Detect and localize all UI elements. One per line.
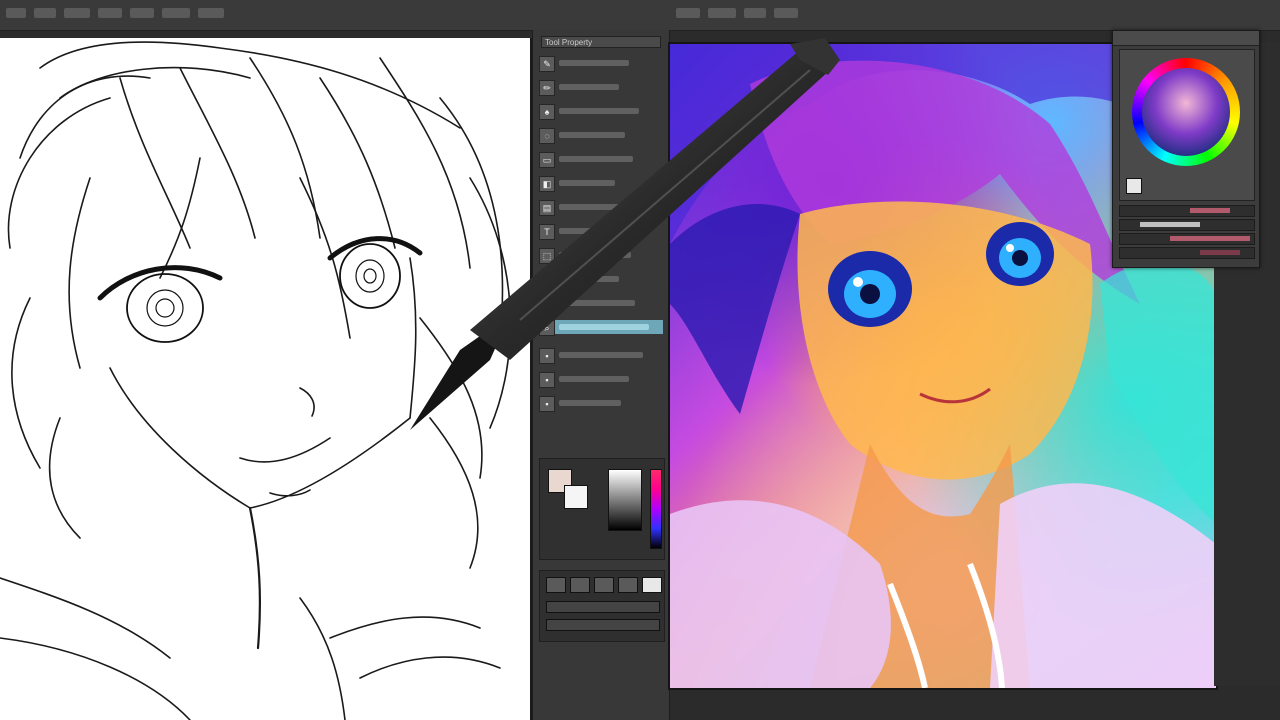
menu-tab-layers[interactable] xyxy=(744,8,766,18)
rotate-slider-fill xyxy=(1140,222,1200,227)
small-swatch[interactable] xyxy=(1126,178,1142,194)
hue-slider[interactable] xyxy=(650,469,662,549)
menu-tab-window[interactable] xyxy=(198,8,224,18)
saturation-box[interactable] xyxy=(608,469,642,531)
layer-panel xyxy=(539,570,665,642)
opacity-slider-fill xyxy=(1170,236,1250,241)
menu-tab-canvas[interactable] xyxy=(676,8,700,18)
layer-thumb[interactable] xyxy=(546,577,566,593)
layer-thumb[interactable] xyxy=(594,577,614,593)
size-slider-fill xyxy=(1200,250,1240,255)
menu-tab-layer[interactable] xyxy=(98,8,122,18)
rotate-slider[interactable] xyxy=(1119,219,1255,231)
sub-color-swatch[interactable] xyxy=(564,485,588,509)
layer-thumb[interactable] xyxy=(618,577,638,593)
color-wheel[interactable] xyxy=(1132,58,1240,166)
size-slider[interactable] xyxy=(1119,247,1255,259)
navigator-preview[interactable] xyxy=(1119,49,1255,201)
layer-thumb[interactable] xyxy=(642,577,662,593)
canvas-thumbnail xyxy=(1142,68,1230,156)
menu-tab-file[interactable] xyxy=(6,8,26,18)
menu-tab-view[interactable] xyxy=(64,8,90,18)
color-picker[interactable] xyxy=(539,458,665,560)
layer-row[interactable] xyxy=(546,619,660,631)
layer-thumb[interactable] xyxy=(570,577,590,593)
menu-tab-edit[interactable] xyxy=(34,8,56,18)
menu-tab-select[interactable] xyxy=(130,8,154,18)
menu-tab-filter[interactable] xyxy=(162,8,190,18)
menu-tab-navigator[interactable] xyxy=(708,8,736,18)
layer-row[interactable] xyxy=(546,601,660,613)
opacity-slider[interactable] xyxy=(1119,233,1255,245)
navigator-panel xyxy=(1112,30,1260,268)
navigator-header xyxy=(1113,31,1259,46)
stylus-pen xyxy=(410,38,840,430)
menu-tab-color[interactable] xyxy=(774,8,798,18)
zoom-slider[interactable] xyxy=(1119,205,1255,217)
navigator-controls xyxy=(1119,205,1255,261)
menu-bar xyxy=(0,0,1280,31)
zoom-slider-fill xyxy=(1190,208,1230,213)
